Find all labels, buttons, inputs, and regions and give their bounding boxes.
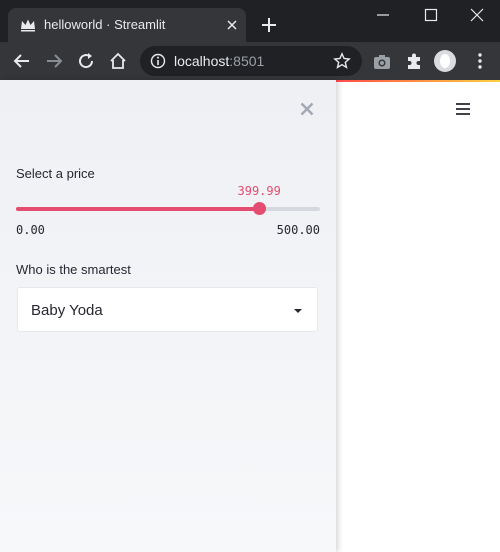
select-current-value: Baby Yoda (31, 302, 103, 319)
slider-label: Select a price (16, 166, 95, 181)
forward-icon[interactable] (44, 51, 64, 71)
smartest-selectbox[interactable]: Baby Yoda (17, 287, 318, 332)
url-host: localhost (174, 53, 230, 69)
streamlit-crown-icon (21, 19, 35, 32)
maximize-icon[interactable] (424, 8, 438, 22)
tab-title: helloworld · Streamlit (44, 17, 166, 32)
header-decoration-bar (336, 80, 500, 82)
price-slider-fill (16, 207, 260, 211)
browser-tab[interactable]: helloworld · Streamlit (8, 8, 246, 42)
url-port: :8501 (229, 53, 265, 69)
kebab-menu-icon[interactable] (470, 51, 490, 71)
browser-toolbar: localhost:8501 (0, 42, 500, 80)
slider-current-value: 399.99 (237, 184, 281, 198)
new-tab-plus-icon[interactable] (261, 17, 277, 33)
select-label: Who is the smartest (16, 262, 131, 277)
minimize-icon[interactable] (376, 8, 390, 22)
price-slider-track[interactable] (16, 207, 320, 211)
caret-down-icon (294, 309, 302, 313)
profile-avatar-icon[interactable] (434, 50, 456, 72)
app-page: Select a price 399.99 0.00 500.00 Who is… (0, 80, 500, 552)
bookmark-star-icon[interactable] (333, 52, 351, 70)
url-text: localhost:8501 (174, 53, 264, 69)
tab-close-icon[interactable] (226, 19, 238, 31)
camera-icon[interactable] (372, 52, 392, 72)
site-info-icon[interactable] (150, 53, 166, 69)
slider-min-label: 0.00 (16, 223, 45, 237)
sidebar-close-icon[interactable] (299, 101, 315, 117)
browser-titlebar: helloworld · Streamlit (0, 0, 500, 42)
reload-icon[interactable] (76, 51, 96, 71)
sidebar: Select a price 399.99 0.00 500.00 Who is… (0, 80, 336, 552)
price-slider-thumb[interactable] (252, 202, 266, 215)
back-icon[interactable] (12, 51, 32, 71)
extensions-puzzle-icon[interactable] (404, 51, 424, 71)
window-close-icon[interactable] (470, 8, 484, 22)
hamburger-menu-icon[interactable] (455, 102, 471, 116)
address-bar[interactable]: localhost:8501 (140, 46, 362, 76)
slider-max-label: 500.00 (276, 223, 320, 237)
home-icon[interactable] (108, 51, 128, 71)
